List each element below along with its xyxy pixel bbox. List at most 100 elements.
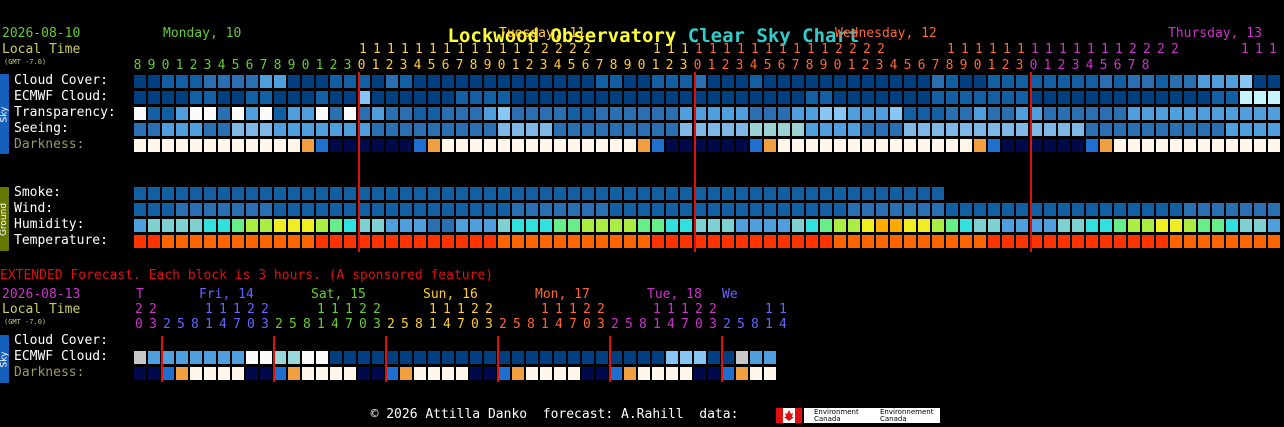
wind-block[interactable] xyxy=(946,203,958,216)
temperature-block[interactable] xyxy=(372,235,384,248)
darkness-block[interactable] xyxy=(722,139,734,152)
wind-block[interactable] xyxy=(288,203,300,216)
wind-block[interactable] xyxy=(1002,203,1014,216)
forecast-block[interactable] xyxy=(974,75,986,88)
smoke-block[interactable] xyxy=(904,187,916,200)
darkness-block[interactable] xyxy=(708,139,720,152)
forecast-block[interactable] xyxy=(1058,91,1070,104)
wind-block[interactable] xyxy=(1142,203,1154,216)
temperature-block[interactable] xyxy=(638,235,650,248)
humidity-block[interactable] xyxy=(932,219,944,232)
smoke-block[interactable] xyxy=(526,187,538,200)
forecast-block[interactable] xyxy=(1170,107,1182,120)
humidity-block[interactable] xyxy=(1058,219,1070,232)
darkness-block[interactable] xyxy=(806,139,818,152)
humidity-block[interactable] xyxy=(1100,219,1112,232)
temperature-block[interactable] xyxy=(666,235,678,248)
temperature-block[interactable] xyxy=(1156,235,1168,248)
ext-darkness-block[interactable] xyxy=(358,367,370,380)
temperature-block[interactable] xyxy=(568,235,580,248)
smoke-block[interactable] xyxy=(386,187,398,200)
wind-block[interactable] xyxy=(582,203,594,216)
smoke-block[interactable] xyxy=(442,187,454,200)
smoke-block[interactable] xyxy=(568,187,580,200)
forecast-block[interactable] xyxy=(932,123,944,136)
forecast-block[interactable] xyxy=(1184,107,1196,120)
temperature-block[interactable] xyxy=(400,235,412,248)
darkness-block[interactable] xyxy=(470,139,482,152)
forecast-block[interactable] xyxy=(554,75,566,88)
humidity-block[interactable] xyxy=(386,219,398,232)
forecast-block[interactable] xyxy=(372,75,384,88)
wind-block[interactable] xyxy=(540,203,552,216)
forecast-block[interactable] xyxy=(1240,123,1252,136)
humidity-block[interactable] xyxy=(1002,219,1014,232)
humidity-block[interactable] xyxy=(288,219,300,232)
ext-ecmwf-block[interactable] xyxy=(750,351,762,364)
ext-ecmwf-block[interactable] xyxy=(736,351,748,364)
smoke-block[interactable] xyxy=(218,187,230,200)
forecast-block[interactable] xyxy=(778,91,790,104)
wind-block[interactable] xyxy=(1100,203,1112,216)
humidity-block[interactable] xyxy=(890,219,902,232)
smoke-block[interactable] xyxy=(540,187,552,200)
forecast-block[interactable] xyxy=(176,107,188,120)
forecast-block[interactable] xyxy=(904,123,916,136)
darkness-block[interactable] xyxy=(134,139,146,152)
smoke-block[interactable] xyxy=(372,187,384,200)
temperature-block[interactable] xyxy=(750,235,762,248)
forecast-block[interactable] xyxy=(246,91,258,104)
ext-darkness-block[interactable] xyxy=(596,367,608,380)
wind-block[interactable] xyxy=(512,203,524,216)
darkness-block[interactable] xyxy=(750,139,762,152)
wind-block[interactable] xyxy=(484,203,496,216)
forecast-block[interactable] xyxy=(722,91,734,104)
humidity-block[interactable] xyxy=(750,219,762,232)
forecast-block[interactable] xyxy=(1114,107,1126,120)
wind-block[interactable] xyxy=(498,203,510,216)
smoke-block[interactable] xyxy=(428,187,440,200)
ext-ecmwf-block[interactable] xyxy=(442,351,454,364)
forecast-block[interactable] xyxy=(330,75,342,88)
darkness-block[interactable] xyxy=(1044,139,1056,152)
darkness-block[interactable] xyxy=(148,139,160,152)
forecast-block[interactable] xyxy=(260,75,272,88)
smoke-block[interactable] xyxy=(722,187,734,200)
forecast-block[interactable] xyxy=(778,107,790,120)
ext-darkness-block[interactable] xyxy=(372,367,384,380)
forecast-block[interactable] xyxy=(750,123,762,136)
forecast-block[interactable] xyxy=(932,107,944,120)
forecast-block[interactable] xyxy=(428,75,440,88)
forecast-block[interactable] xyxy=(918,107,930,120)
darkness-block[interactable] xyxy=(162,139,174,152)
ext-darkness-block[interactable] xyxy=(148,367,160,380)
darkness-block[interactable] xyxy=(246,139,258,152)
smoke-block[interactable] xyxy=(456,187,468,200)
humidity-block[interactable] xyxy=(162,219,174,232)
wind-block[interactable] xyxy=(1086,203,1098,216)
wind-block[interactable] xyxy=(750,203,762,216)
humidity-block[interactable] xyxy=(554,219,566,232)
wind-block[interactable] xyxy=(918,203,930,216)
humidity-block[interactable] xyxy=(946,219,958,232)
darkness-block[interactable] xyxy=(176,139,188,152)
forecast-block[interactable] xyxy=(666,107,678,120)
forecast-block[interactable] xyxy=(218,107,230,120)
forecast-block[interactable] xyxy=(1114,91,1126,104)
wind-block[interactable] xyxy=(806,203,818,216)
darkness-block[interactable] xyxy=(876,139,888,152)
temperature-block[interactable] xyxy=(988,235,1000,248)
forecast-block[interactable] xyxy=(1226,91,1238,104)
darkness-block[interactable] xyxy=(1002,139,1014,152)
wind-block[interactable] xyxy=(526,203,538,216)
forecast-block[interactable] xyxy=(344,107,356,120)
humidity-block[interactable] xyxy=(960,219,972,232)
forecast-block[interactable] xyxy=(218,75,230,88)
darkness-block[interactable] xyxy=(1268,139,1280,152)
forecast-block[interactable] xyxy=(1002,75,1014,88)
forecast-block[interactable] xyxy=(400,107,412,120)
forecast-block[interactable] xyxy=(890,91,902,104)
forecast-block[interactable] xyxy=(526,123,538,136)
smoke-block[interactable] xyxy=(232,187,244,200)
temperature-block[interactable] xyxy=(1254,235,1266,248)
